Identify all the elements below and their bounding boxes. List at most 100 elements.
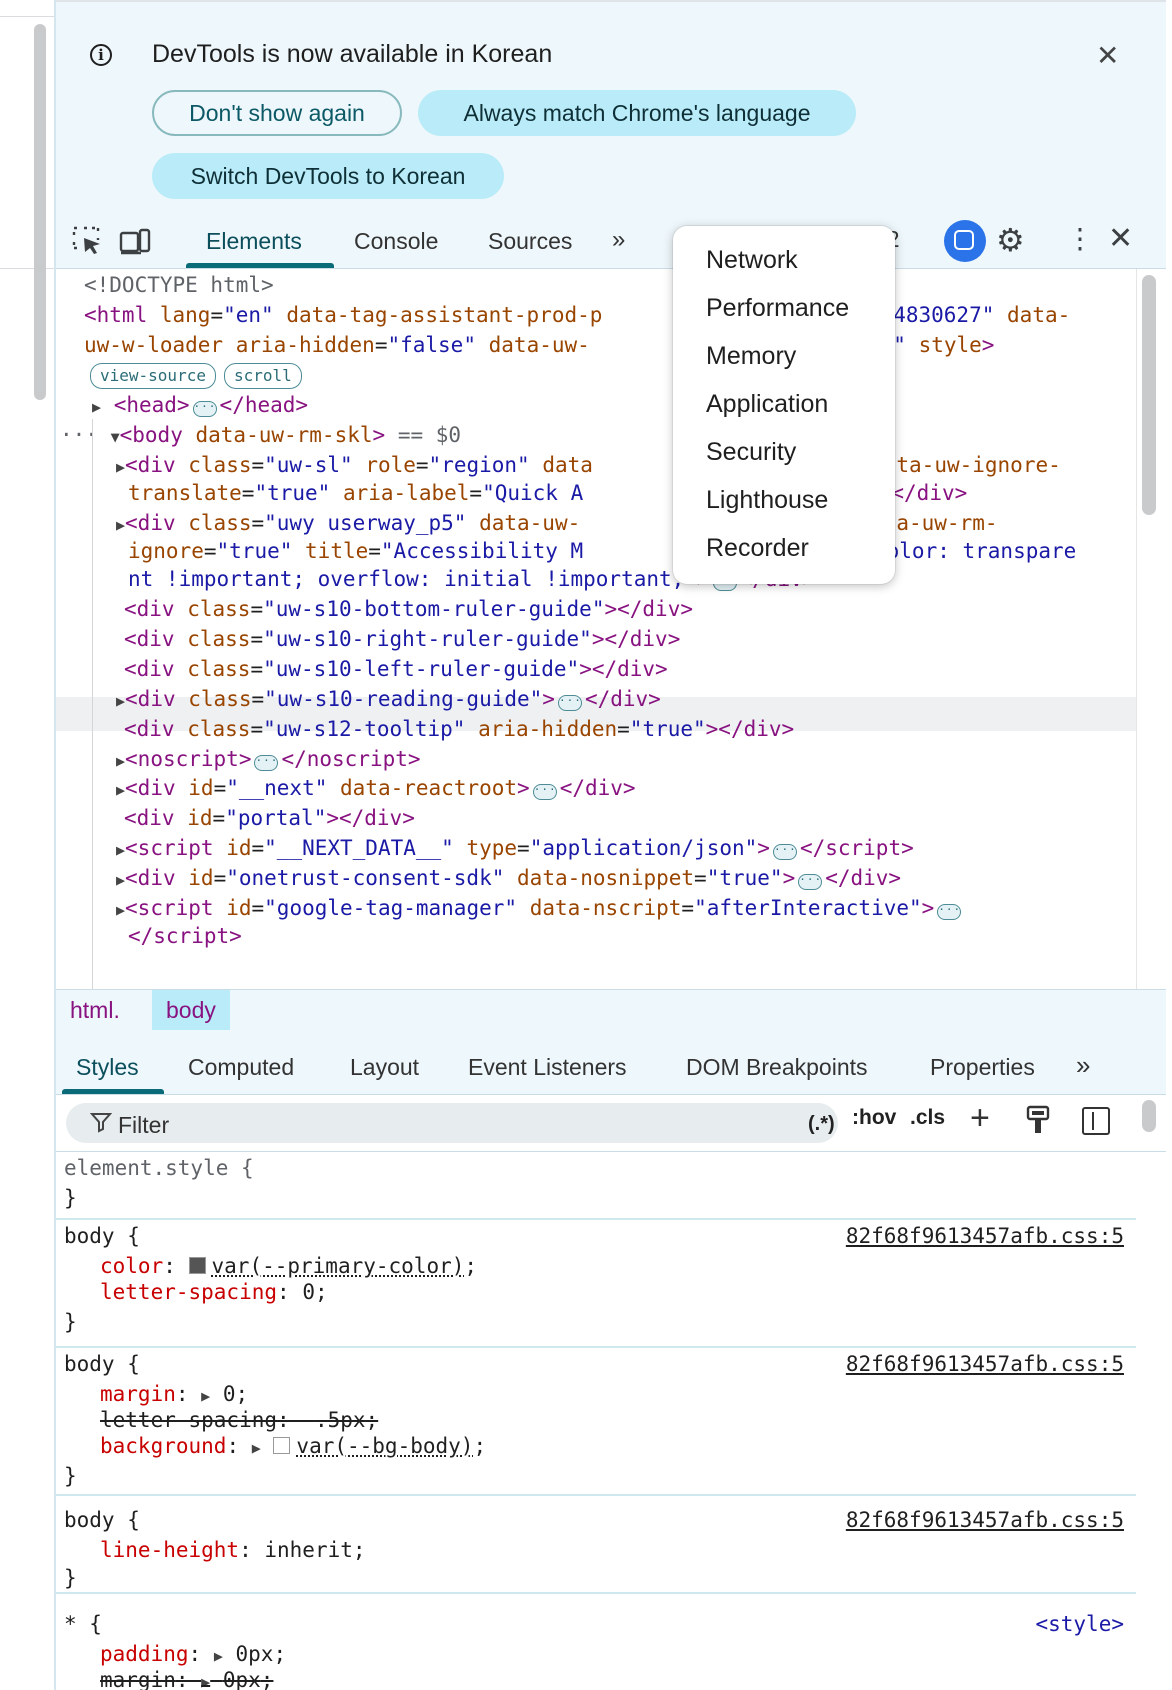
- page-divider: [0, 16, 55, 17]
- active-tab-indicator: [186, 263, 334, 268]
- device-toolbar-icon[interactable]: [118, 224, 152, 258]
- color-swatch[interactable]: [188, 1257, 206, 1274]
- toggle-sidebar-icon[interactable]: [1082, 1107, 1110, 1135]
- tree-guide-line: [92, 419, 93, 989]
- rule-source-link[interactable]: 82f68f9613457afb.css:5: [846, 1224, 1124, 1248]
- rule-selector[interactable]: body {: [64, 1508, 140, 1532]
- dom-node-div[interactable]: ▶<div class="uw-sl" role="region" data r…: [116, 453, 1061, 477]
- dom-node-head[interactable]: ▶ <head> ··· </head>: [92, 393, 308, 417]
- rule-source-link[interactable]: 82f68f9613457afb.css:5: [846, 1508, 1124, 1532]
- dom-node-script[interactable]: ▶<script id="google-tag-manager" data-ns…: [116, 896, 964, 920]
- view-source-chip[interactable]: view-source: [90, 363, 216, 389]
- rule-universal: * { <style> padding: ▶ 0px; margin: ▶ 0p…: [56, 1608, 1136, 1690]
- rule-close: }: [64, 1186, 77, 1210]
- style-property[interactable]: letter-spacing: 0;: [100, 1280, 328, 1304]
- tab-properties[interactable]: Properties: [930, 1054, 1035, 1081]
- dom-node-body[interactable]: ··· ▼<body data-uw-rm-skl> == $0: [60, 423, 461, 447]
- menu-item-network[interactable]: Network: [706, 246, 798, 275]
- page-viewport: [0, 0, 55, 1690]
- menu-item-application[interactable]: Application: [706, 390, 828, 419]
- rule-close: }: [64, 1566, 77, 1590]
- tab-elements[interactable]: Elements: [206, 228, 302, 255]
- tab-dom-breakpoints[interactable]: DOM Breakpoints: [686, 1054, 868, 1081]
- dom-node-div[interactable]: <div class="uw-s10-right-ruler-guide"></…: [124, 627, 680, 651]
- tab-sources[interactable]: Sources: [488, 228, 572, 255]
- menu-item-performance[interactable]: Performance: [706, 294, 849, 323]
- new-style-rule-icon[interactable]: +: [970, 1099, 990, 1137]
- menu-item-recorder[interactable]: Recorder: [706, 534, 809, 563]
- active-tab-indicator: [62, 1089, 164, 1094]
- rule-body-3: body { 82f68f9613457afb.css:5 line-heigh…: [56, 1504, 1136, 1594]
- dom-node-div[interactable]: <div class="uw-s10-left-ruler-guide"></d…: [124, 657, 668, 681]
- rule-selector[interactable]: element.style {: [64, 1156, 254, 1180]
- menu-item-lighthouse[interactable]: Lighthouse: [706, 486, 828, 515]
- menu-item-security[interactable]: Security: [706, 438, 796, 467]
- filter-placeholder: Filter: [118, 1112, 170, 1138]
- dom-node-html[interactable]: <html lang="en" data-tag-assistant-prod-…: [84, 303, 1070, 327]
- style-property-overridden[interactable]: margin: ▶ 0px;: [100, 1668, 273, 1690]
- more-tabs-button[interactable]: »: [612, 226, 625, 254]
- breadcrumb-html[interactable]: html.: [70, 997, 120, 1024]
- rule-selector[interactable]: body {: [64, 1352, 140, 1376]
- dom-node-script[interactable]: ▶<script id="__NEXT_DATA__" type="applic…: [116, 836, 914, 860]
- tab-console[interactable]: Console: [354, 228, 438, 255]
- inspect-element-icon[interactable]: [70, 224, 104, 258]
- tab-event-listeners[interactable]: Event Listeners: [468, 1054, 627, 1081]
- scroll-chip[interactable]: scroll: [224, 363, 302, 389]
- filter-icon: [90, 1113, 112, 1133]
- rule-selector[interactable]: body {: [64, 1224, 140, 1248]
- dom-node-div[interactable]: ▶<div id="__next" data-reactroot> ··· </di…: [116, 776, 636, 800]
- style-property[interactable]: line-height: inherit;: [100, 1538, 366, 1562]
- style-property-overridden[interactable]: letter-spacing: .5px;: [100, 1408, 378, 1432]
- ai-assistance-icon[interactable]: [944, 220, 986, 262]
- more-sidebar-tabs-button[interactable]: »: [1076, 1050, 1090, 1081]
- style-property[interactable]: color: var(--primary-color);: [100, 1254, 477, 1278]
- dom-scrollbar[interactable]: [1142, 275, 1156, 515]
- styles-filter-bar: Filter (.*) :hov .cls +: [56, 1095, 1166, 1152]
- page-divider: [0, 268, 55, 269]
- color-swatch[interactable]: [273, 1437, 291, 1454]
- hover-state-toggle[interactable]: :hov: [852, 1106, 896, 1130]
- rule-body-1: body { 82f68f9613457afb.css:5 color: var…: [56, 1220, 1136, 1348]
- settings-gear-icon[interactable]: ⚙: [996, 222, 1025, 258]
- filter-input[interactable]: Filter (.*): [66, 1103, 838, 1143]
- style-property[interactable]: margin: ▶ 0;: [100, 1382, 248, 1406]
- rule-body-2: body { 82f68f9613457afb.css:5 margin: ▶ …: [56, 1348, 1136, 1496]
- tab-layout[interactable]: Layout: [350, 1054, 419, 1081]
- class-toggle[interactable]: .cls: [910, 1106, 945, 1130]
- switch-to-korean-button[interactable]: Switch DevTools to Korean: [152, 153, 504, 199]
- sidebar-tabs: Styles Computed Layout Event Listeners D…: [56, 1030, 1166, 1095]
- language-infobar: i DevTools is now available in Korean ✕ …: [56, 0, 1166, 216]
- paint-brush-icon[interactable]: [1026, 1105, 1050, 1135]
- dom-node-div[interactable]: ▶<div id="onetrust-consent-sdk" data-nos…: [116, 866, 901, 890]
- always-match-language-button[interactable]: Always match Chrome's language: [418, 90, 856, 136]
- rule-element-style: element.style { }: [56, 1152, 1136, 1220]
- style-property[interactable]: background: ▶ var(--bg-body);: [100, 1434, 486, 1458]
- more-options-icon[interactable]: ⋮: [1066, 220, 1094, 258]
- dom-node-noscript[interactable]: ▶<noscript> ··· </noscript>: [116, 747, 421, 771]
- doctype-line[interactable]: <!DOCTYPE html>: [84, 273, 274, 297]
- style-property[interactable]: padding: ▶ 0px;: [100, 1642, 286, 1666]
- info-icon: i: [90, 44, 112, 66]
- breadcrumb-body[interactable]: body: [152, 990, 230, 1030]
- rule-source-link[interactable]: 82f68f9613457afb.css:5: [846, 1352, 1124, 1376]
- regex-toggle[interactable]: (.*): [808, 1113, 835, 1136]
- dont-show-again-button[interactable]: Don't show again: [152, 90, 402, 136]
- menu-item-memory[interactable]: Memory: [706, 342, 796, 371]
- close-devtools-icon[interactable]: ✕: [1108, 222, 1133, 256]
- infobar-message: DevTools is now available in Korean: [152, 40, 553, 68]
- rule-selector[interactable]: * {: [64, 1612, 102, 1636]
- tab-computed[interactable]: Computed: [188, 1054, 294, 1081]
- page-scrollbar[interactable]: [34, 24, 46, 400]
- main-toolbar: Elements Console Sources » !32 ⚙ ⋮ ✕: [56, 214, 1166, 269]
- dom-node-div[interactable]: <div class="uw-s12-tooltip" aria-hidden=…: [124, 717, 794, 741]
- close-icon[interactable]: ✕: [1096, 42, 1119, 70]
- dom-node-div[interactable]: <div id="portal"></div>: [124, 806, 415, 830]
- tab-styles[interactable]: Styles: [76, 1054, 139, 1081]
- rule-source-link[interactable]: <style>: [1035, 1612, 1124, 1636]
- rule-close: }: [64, 1310, 77, 1334]
- styles-scrollbar[interactable]: [1142, 1100, 1156, 1132]
- dom-node-div[interactable]: ▶<div class="uw-s10-reading-guide"> ··· </…: [116, 687, 661, 711]
- dom-tree: <!DOCTYPE html> <html lang="en" data-tag…: [56, 269, 1136, 989]
- dom-node-div[interactable]: <div class="uw-s10-bottom-ruler-guide"><…: [124, 597, 693, 621]
